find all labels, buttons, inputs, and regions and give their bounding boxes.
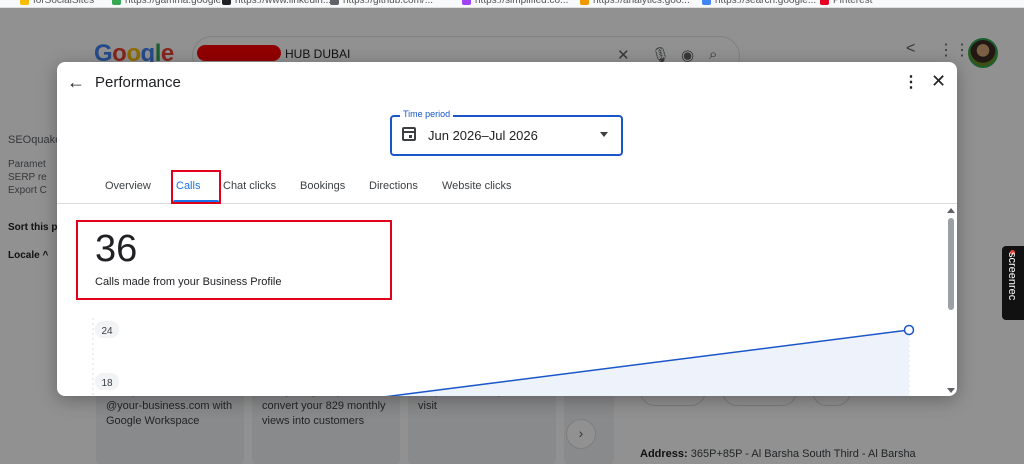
tab-directions[interactable]: Directions — [369, 180, 418, 192]
bookmark-favicon-icon — [222, 0, 231, 5]
bookmark-item[interactable]: https://www.linkedin... — [222, 0, 331, 6]
bookmark-item[interactable]: https://search.google... — [702, 0, 816, 6]
more-options-icon[interactable]: ⋮ — [903, 72, 919, 92]
bookmark-favicon-icon — [702, 0, 711, 5]
calls-chart: 24 18 — [92, 318, 915, 396]
bookmark-label: forSocialSites — [33, 0, 95, 6]
bookmark-favicon-icon — [820, 0, 829, 5]
scroll-down-icon[interactable] — [947, 388, 955, 393]
time-period-legend: Time period — [400, 109, 454, 119]
bookmark-favicon-icon — [462, 0, 471, 5]
calendar-icon — [402, 127, 416, 141]
bookmark-label: https://github.com/... — [343, 0, 434, 6]
bookmark-favicon-icon — [580, 0, 589, 5]
bookmark-item[interactable]: https://github.com/... — [330, 0, 433, 6]
metric-summary-highlight: 36 Calls made from your Business Profile — [76, 220, 392, 300]
dialog-scrollbar[interactable] — [945, 206, 957, 396]
calls-description: Calls made from your Business Profile — [95, 276, 282, 288]
bookmark-favicon-icon — [20, 0, 29, 5]
bookmark-item[interactable]: forSocialSites — [20, 0, 94, 6]
bookmark-item[interactable]: https://simplified.co... — [462, 0, 568, 6]
bookmark-label: https://gamma.google... — [125, 0, 230, 6]
bookmark-label: https://www.linkedin... — [235, 0, 332, 6]
back-arrow-icon[interactable]: ← — [67, 72, 85, 93]
screenrec-tab[interactable]: screenrec — [1002, 246, 1024, 320]
tab-chat-clicks[interactable]: Chat clicks — [223, 180, 276, 192]
tab-bookings[interactable]: Bookings — [300, 180, 345, 192]
series-area — [93, 330, 909, 396]
time-period-value: Jun 2026–Jul 2026 — [428, 128, 538, 143]
chevron-down-icon — [600, 132, 608, 137]
bookmark-label: Pinterest — [833, 0, 873, 6]
calls-count: 36 — [95, 228, 138, 270]
scroll-thumb[interactable] — [948, 218, 954, 310]
screenrec-label: screenrec — [1006, 252, 1018, 301]
tab-overview[interactable]: Overview — [105, 180, 151, 192]
bookmark-item[interactable]: https://analytics.goo... — [580, 0, 690, 6]
tab-website-clicks[interactable]: Website clicks — [442, 180, 511, 192]
bookmark-favicon-icon — [330, 0, 339, 5]
y-tick-label: 18 — [101, 378, 113, 389]
y-tick-label: 24 — [101, 326, 113, 337]
bookmark-favicon-icon — [112, 0, 121, 5]
data-point — [903, 324, 915, 336]
performance-dialog: ← Performance ⋮ ✕ Time period Jun 2026–J… — [57, 62, 957, 396]
scroll-up-icon[interactable] — [947, 208, 955, 213]
calls-tab-highlight-annotation — [171, 170, 221, 204]
bookmarks-bar: forSocialSites https://gamma.google... htt… — [0, 0, 1024, 8]
bookmark-item[interactable]: Pinterest — [820, 0, 872, 6]
bookmark-label: https://analytics.goo... — [593, 0, 690, 6]
bookmark-item[interactable]: https://gamma.google... — [112, 0, 230, 6]
dialog-title: Performance — [95, 74, 181, 91]
bookmark-label: https://search.google... — [715, 0, 817, 6]
time-period-select[interactable]: Time period Jun 2026–Jul 2026 — [390, 109, 623, 156]
close-icon[interactable]: ✕ — [931, 71, 946, 92]
bookmark-label: https://simplified.co... — [475, 0, 569, 6]
